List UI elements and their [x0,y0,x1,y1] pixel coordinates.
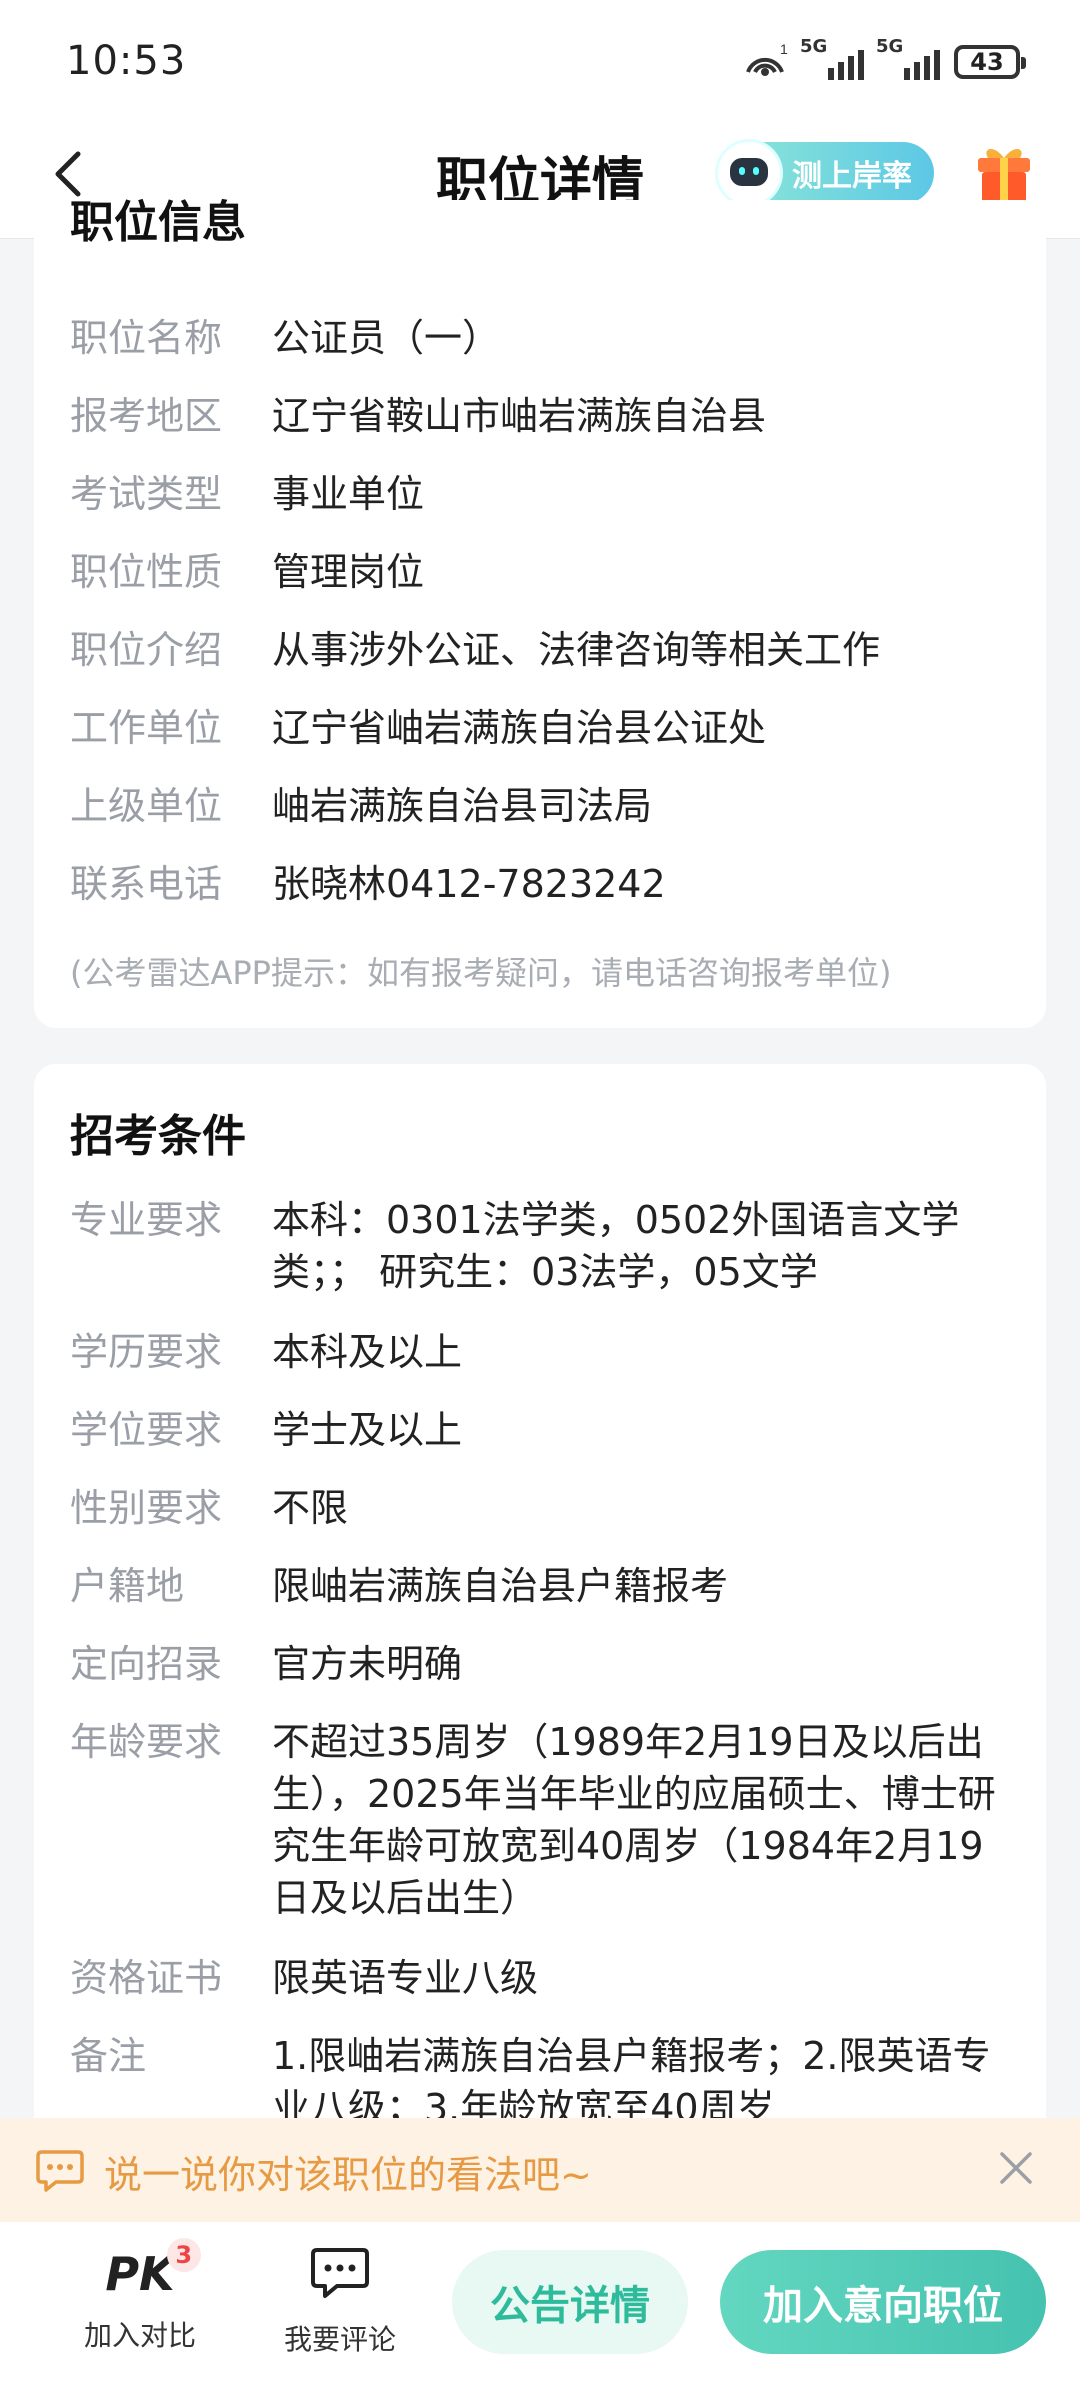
signal-2-icon: 5G [876,36,940,80]
requirement-row: 年龄要求 不超过35周岁（1989年2月19日及以后出生），2025年当年毕业的… [70,1716,1030,1924]
gift-icon[interactable] [972,140,1036,206]
info-value: 岫岩满族自治县司法局 [272,784,653,828]
requirement-key: 专业要求 [70,1198,223,1242]
add-compare-button[interactable]: PK 3 加入对比 [70,2238,210,2354]
battery-level: 43 [970,48,1004,76]
info-row: 职位名称 公证员（一） [70,312,1030,364]
ai-rate-button[interactable]: 测上岸率 [718,142,934,204]
add-intended-position-button[interactable]: 加入意向职位 [720,2250,1046,2354]
info-key: 报考地区 [70,394,223,438]
requirement-key: 年龄要求 [70,1720,223,1764]
add-compare-label: 加入对比 [83,2319,196,2352]
info-key: 职位名称 [70,316,223,360]
signal-1-label: 5G [800,36,828,57]
info-row: 报考地区 辽宁省鞍山市岫岩满族自治县 [70,390,1030,442]
signal-2-label: 5G [876,36,904,57]
pk-icon: PK 3 [105,2238,201,2306]
info-value: 从事涉外公证、法律咨询等相关工作 [272,628,881,672]
info-value: 辽宁省岫岩满族自治县公证处 [272,706,767,750]
battery-icon: 43 [954,45,1026,79]
requirement-row: 资格证书 限英语专业八级 [70,1952,1030,2004]
info-key: 职位介绍 [70,628,223,672]
requirement-value: 限岫岩满族自治县户籍报考 [272,1564,729,1608]
ai-rate-label: 测上岸率 [792,159,912,194]
requirements-card: 招考条件 专业要求 本科：0301法学类，0502外国语言文学类；； 研究生：0… [34,1064,1046,2164]
status-time: 10:53 [66,38,187,84]
close-icon[interactable] [996,2148,1036,2188]
info-row: 职位介绍 从事涉外公证、法律咨询等相关工作 [70,624,1030,676]
info-value: 辽宁省鞍山市岫岩满族自治县 [272,394,767,438]
info-row: 联系电话 张晓林0412-7823242 [70,858,1030,910]
info-key: 工作单位 [70,706,223,750]
requirement-key: 户籍地 [70,1564,185,1608]
info-value: 公证员（一） [272,316,501,360]
svg-text:1: 1 [780,44,788,57]
requirement-value: 本科及以上 [272,1330,463,1374]
notice-details-label: 公告详情 [490,2283,650,2329]
requirement-row: 户籍地 限岫岩满族自治县户籍报考 [70,1560,1030,1612]
requirement-value: 本科：0301法学类，0502外国语言文学类；； 研究生：03法学，05文学 [272,1198,960,1294]
requirement-value: 不超过35周岁（1989年2月19日及以后出生），2025年当年毕业的应届硕士、… [272,1720,996,1920]
requirement-row: 性别要求 不限 [70,1482,1030,1534]
requirement-row: 学位要求 学士及以上 [70,1404,1030,1456]
comment-prompt-bar[interactable]: 说一说你对该职位的看法吧~ [0,2118,1080,2222]
add-intended-position-label: 加入意向职位 [763,2283,1003,2329]
compare-count-badge: 3 [166,2238,201,2272]
requirement-key: 资格证书 [70,1956,223,2000]
info-key: 职位性质 [70,550,223,594]
pk-icon-text: PK [105,2247,175,2301]
info-row: 职位性质 管理岗位 [70,546,1030,598]
robot-icon [718,142,780,204]
info-key: 联系电话 [70,862,223,906]
info-row: 工作单位 辽宁省岫岩满族自治县公证处 [70,702,1030,754]
chat-bubble-icon [36,2150,84,2192]
requirement-key: 性别要求 [70,1486,223,1530]
info-value: 管理岗位 [272,550,425,594]
info-row: 上级单位 岫岩满族自治县司法局 [70,780,1030,832]
status-bar: 10:53 1 5G 5G 43 [0,0,1080,120]
section-title-requirements: 招考条件 [70,1111,246,1162]
contact-hint: (公考雷达APP提示：如有报考疑问，请电话咨询报考单位) [70,954,892,992]
write-comment-label: 我要评论 [283,2323,396,2356]
info-key: 考试类型 [70,472,223,516]
info-key: 上级单位 [70,784,223,828]
signal-1-icon: 5G [800,36,864,80]
requirement-key: 定向招录 [70,1642,223,1686]
comment-icon [311,2248,369,2298]
requirement-key: 学位要求 [70,1408,223,1452]
requirement-key: 学历要求 [70,1330,223,1374]
write-comment-button[interactable]: 我要评论 [270,2242,410,2358]
requirement-value: 不限 [272,1486,349,1530]
bottom-action-bar: PK 3 加入对比 我要评论 公告详情 加入意向职位 [0,2222,1080,2382]
comment-prompt-text: 说一说你对该职位的看法吧~ [104,2153,592,2197]
requirement-value: 官方未明确 [272,1642,463,1686]
requirement-row: 定向招录 官方未明确 [70,1638,1030,1690]
section-title-position-info: 职位信息 [70,197,246,248]
requirement-row: 专业要求 本科：0301法学类，0502外国语言文学类；； 研究生：03法学，0… [70,1194,1030,1298]
hotspot-icon: 1 [746,44,788,76]
requirement-value: 限英语专业八级 [272,1956,539,2000]
notice-details-button[interactable]: 公告详情 [452,2250,688,2354]
phone-value[interactable]: 张晓林0412-7823242 [272,858,1030,910]
info-value: 事业单位 [272,472,425,516]
status-icons: 1 5G 5G 43 [742,36,1026,86]
info-row: 考试类型 事业单位 [70,468,1030,520]
requirement-value: 学士及以上 [272,1408,463,1452]
position-info-card: 职位信息 职位名称 公证员（一） 报考地区 辽宁省鞍山市岫岩满族自治县 考试类型… [34,197,1046,1028]
requirement-row: 学历要求 本科及以上 [70,1326,1030,1378]
